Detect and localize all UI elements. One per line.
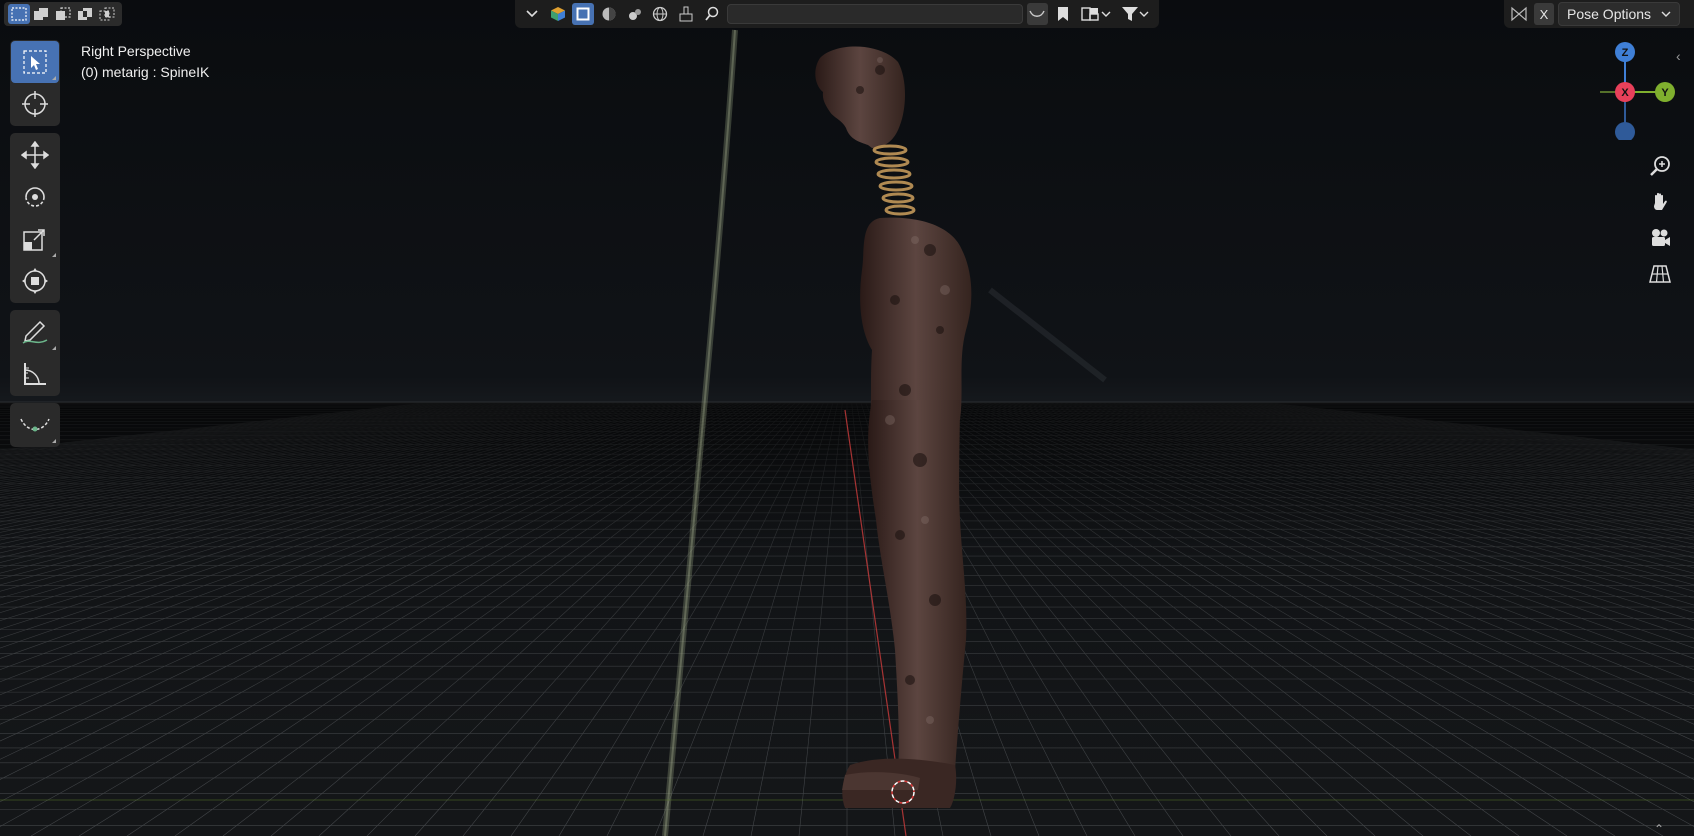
globe-icon: [653, 6, 668, 22]
scale-tool[interactable]: [11, 218, 59, 260]
brush-button[interactable]: [675, 3, 697, 25]
rotate-tool[interactable]: [11, 176, 59, 218]
search-input[interactable]: [726, 4, 1023, 24]
select-intersect-icon: [99, 7, 115, 21]
show-gizmo-button[interactable]: [547, 3, 569, 25]
shading-solid-button[interactable]: [572, 3, 595, 25]
expand-dropdown-button[interactable]: [521, 3, 543, 25]
pose-header: X Pose Options: [1504, 0, 1694, 28]
viewport-header: [515, 0, 1159, 28]
select-intersect-button[interactable]: [96, 4, 118, 24]
rotate-icon: [25, 187, 45, 207]
move-arrows-icon: [21, 141, 49, 169]
select-extend-icon: [34, 8, 48, 20]
select-mode-group: [4, 2, 122, 26]
select-box-mode-button[interactable]: [8, 4, 30, 24]
sidebar-toggle-icon[interactable]: ‹: [1676, 48, 1681, 64]
pose-tool-group: [10, 403, 60, 447]
z-axis-handle: Z: [1615, 42, 1635, 62]
brush-icon: [679, 6, 693, 22]
colored-cube-icon: [550, 7, 565, 21]
pencil-icon: [22, 320, 48, 344]
scene-render[interactable]: [0, 0, 1694, 836]
navigation-buttons: [1642, 148, 1678, 292]
transform-tool[interactable]: [11, 260, 59, 302]
tool-shelf: [10, 40, 60, 454]
curve-icon: [20, 418, 50, 432]
search-button[interactable]: [701, 3, 723, 25]
pose-options-label: Pose Options: [1567, 6, 1652, 22]
relax-pose-tool[interactable]: [11, 404, 59, 446]
y-axis-handle: Y: [1655, 82, 1675, 102]
droplets-icon: [628, 9, 641, 20]
mirror-butterfly-icon: [1511, 6, 1527, 22]
y-label: Y: [1661, 87, 1669, 99]
expand-corner-icon[interactable]: ⌃: [1654, 822, 1664, 836]
x-mirror-button[interactable]: [1508, 3, 1530, 25]
3d-cursor-icon: [22, 91, 48, 117]
select-extend-button[interactable]: [30, 4, 52, 24]
pose-options-dropdown[interactable]: Pose Options: [1558, 2, 1681, 26]
select-difference-icon: [78, 8, 92, 20]
x-axis-handle: X: [1615, 82, 1635, 102]
select-subtract-icon: [56, 7, 71, 20]
x-label: X: [1621, 87, 1629, 99]
transform-tool-group: [10, 133, 60, 303]
zoom-button[interactable]: [1642, 148, 1678, 184]
neg-z-handle: [1615, 122, 1635, 140]
filter-funnel-icon: [1122, 7, 1139, 21]
select-subtract-button[interactable]: [52, 4, 74, 24]
bookmark-button[interactable]: [1052, 3, 1074, 25]
perspective-toggle-button[interactable]: [1642, 256, 1678, 292]
z-label: Z: [1622, 47, 1629, 59]
measure-tool[interactable]: [11, 353, 59, 395]
shading-options-button[interactable]: [650, 3, 672, 25]
falloff-curve-icon: [1029, 10, 1046, 17]
viewport-info: Right Perspective (0) metarig : SpineIK: [81, 41, 209, 83]
transform-icon: [22, 268, 48, 294]
camera-view-button[interactable]: [1642, 220, 1678, 256]
shading-rendered-button[interactable]: [624, 3, 646, 25]
chevron-down-icon: [526, 10, 538, 18]
shading-material-button[interactable]: [598, 3, 620, 25]
view-name: Right Perspective: [81, 43, 191, 59]
move-tool[interactable]: [11, 134, 59, 176]
select-box-tool[interactable]: [11, 41, 59, 83]
select-new-icon: [11, 7, 27, 21]
layout-icon: [1081, 7, 1099, 21]
proportional-edit-button[interactable]: [1026, 3, 1049, 25]
select-tool-group: [10, 40, 60, 126]
3d-viewport[interactable]: Right Perspective (0) metarig : SpineIK: [0, 0, 1694, 836]
cursor-select-icon: [23, 50, 47, 74]
material-sphere-icon: [602, 7, 616, 21]
filter-button[interactable]: [1118, 3, 1154, 25]
scale-icon: [23, 229, 45, 251]
search-icon: [705, 6, 719, 21]
annotate-tool-group: [10, 310, 60, 396]
solid-square-icon: [576, 7, 590, 21]
active-object-label: (0) metarig : SpineIK: [81, 64, 210, 80]
camera-icon: [1652, 229, 1670, 246]
chevron-down-icon: [1101, 11, 1111, 17]
layout-button[interactable]: [1078, 3, 1114, 25]
x-axis-toggle[interactable]: X: [1534, 3, 1554, 25]
pan-button[interactable]: [1642, 184, 1678, 220]
pan-hand-icon: [1654, 192, 1667, 210]
select-difference-button[interactable]: [74, 4, 96, 24]
ruler-icon: [24, 363, 46, 385]
annotate-tool[interactable]: [11, 311, 59, 353]
chevron-down-icon: [1139, 11, 1149, 17]
zoom-icon: [1650, 156, 1670, 176]
cursor-tool[interactable]: [11, 83, 59, 125]
grid-perspective-icon: [1649, 265, 1671, 283]
bookmark-icon: [1058, 7, 1069, 21]
chevron-down-icon: [1661, 11, 1671, 17]
navigation-gizmo[interactable]: Z Y X: [1600, 40, 1680, 140]
